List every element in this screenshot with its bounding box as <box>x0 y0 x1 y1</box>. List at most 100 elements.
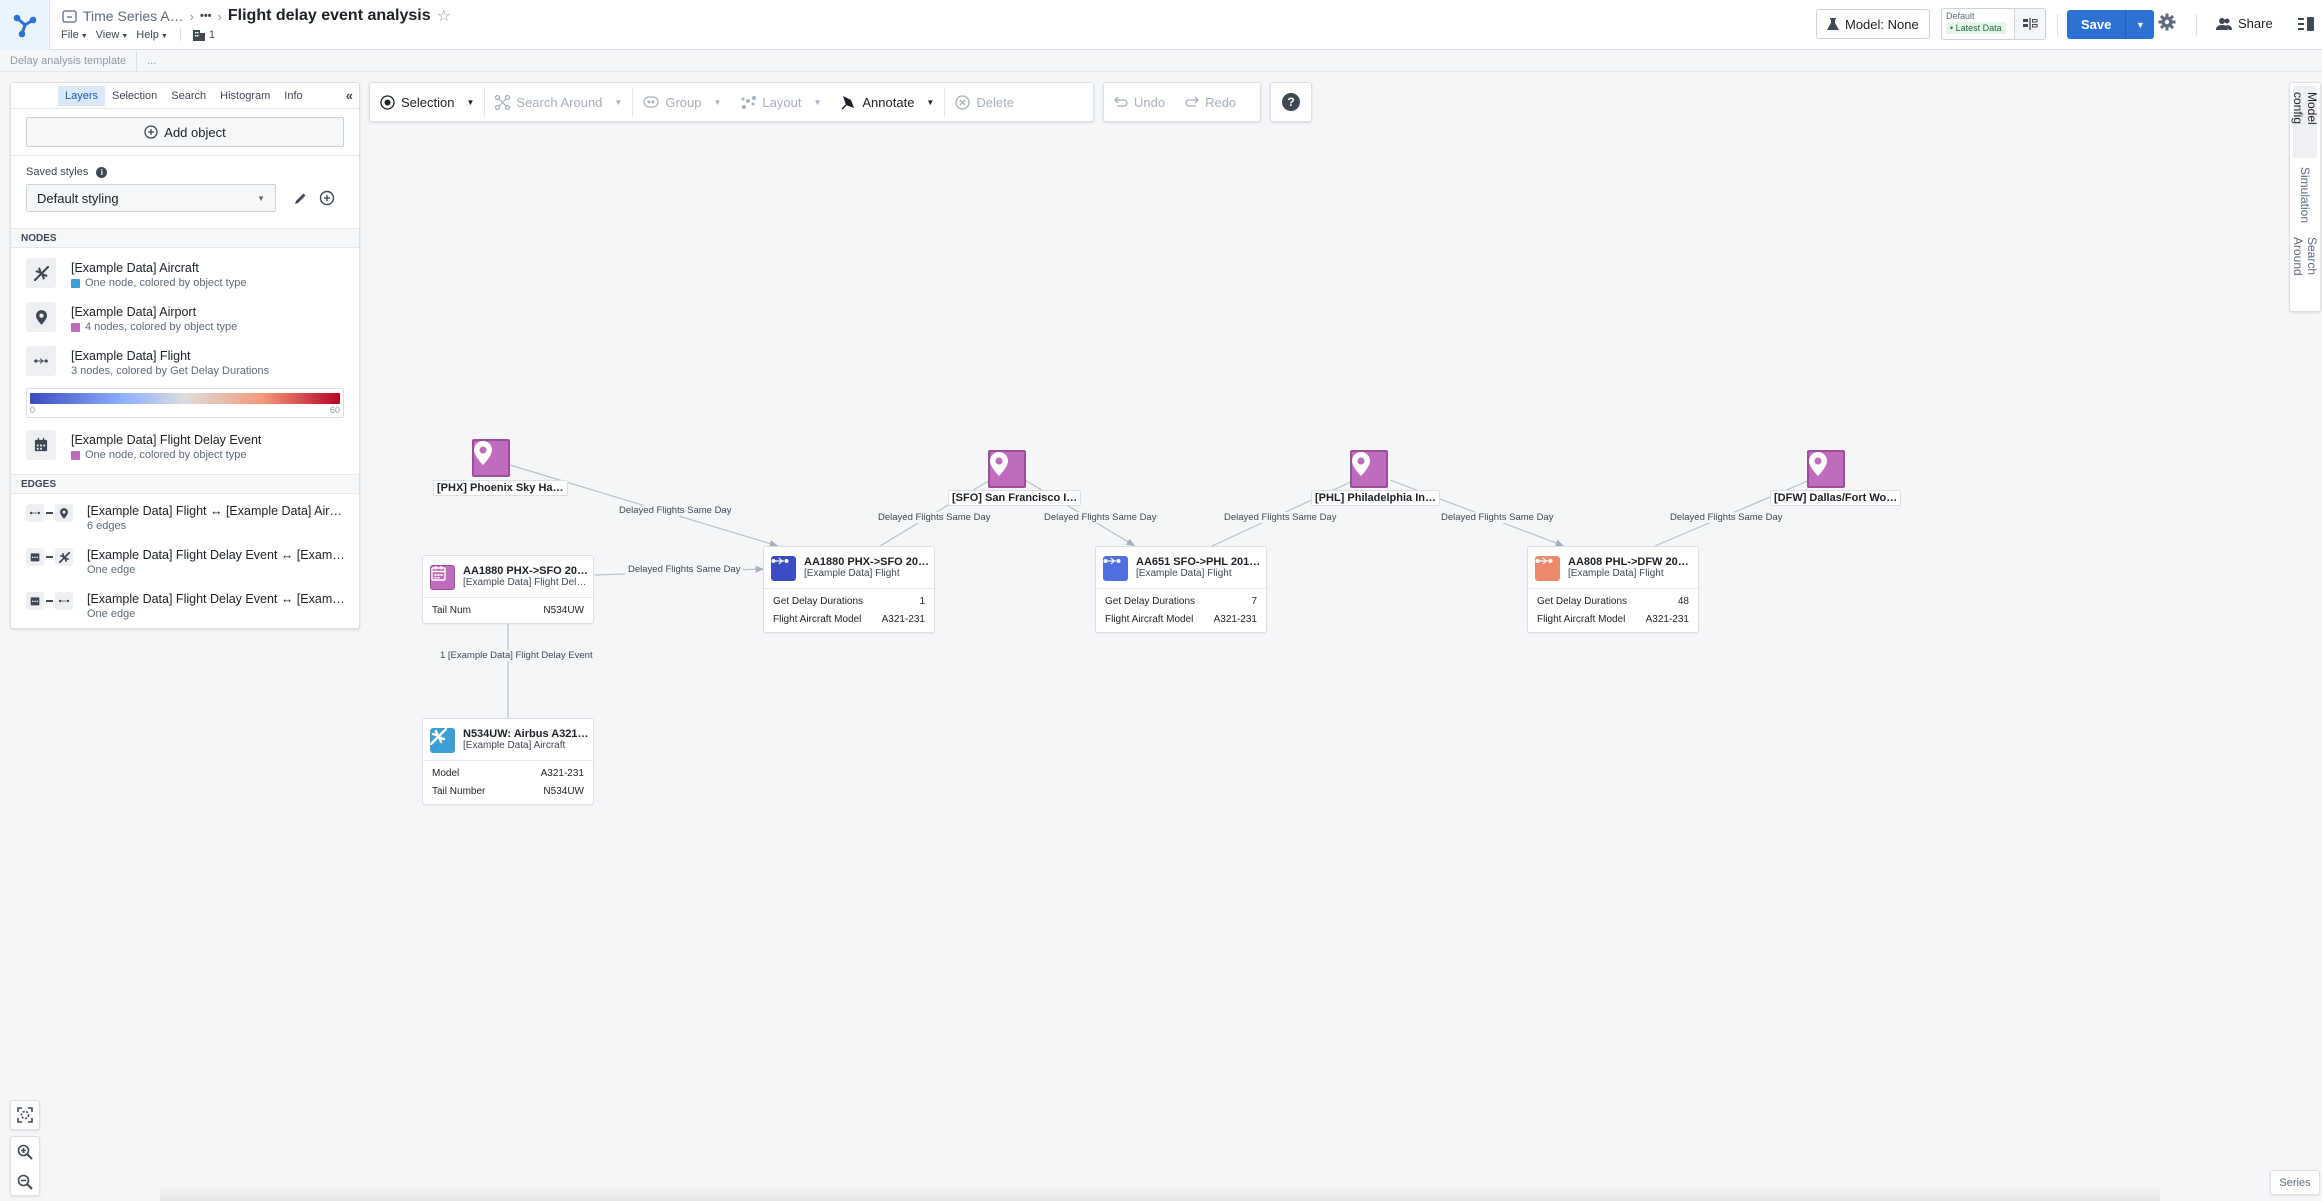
scenario-selector[interactable]: Default • Latest Data <box>1941 8 2046 40</box>
series-button[interactable]: Series <box>2270 1170 2320 1195</box>
caret-down-icon: ▼ <box>2135 19 2145 30</box>
caret-down-icon: ▼ <box>160 33 168 40</box>
zoom-in-button[interactable] <box>11 1137 39 1167</box>
star-icon[interactable]: ☆ <box>437 6 451 26</box>
caret-down-icon: ▼ <box>713 97 722 107</box>
menu-file[interactable]: File ▼ <box>61 29 88 41</box>
airport-node-phl[interactable] <box>1350 450 1388 488</box>
color-swatch[interactable] <box>71 278 80 288</box>
save-button[interactable]: Save <box>2067 10 2126 39</box>
property-row: Flight Aircraft Model A321-231 <box>773 610 925 628</box>
collapse-panel-icon[interactable]: « <box>346 88 353 103</box>
tab-info[interactable]: Info <box>277 86 309 106</box>
node-layer-aircraft[interactable]: [Example Data] Aircraft One node, colore… <box>11 254 359 298</box>
property-row: Model A321-231 <box>432 764 584 782</box>
history-toolbar: Undo Redo <box>1103 82 1261 122</box>
airport-node-dfw[interactable] <box>1807 450 1845 488</box>
flight-card[interactable]: AA1880 PHX->SFO 2018-… [Example Data] Fl… <box>763 546 935 633</box>
layout-button[interactable]: Layout ▼ <box>731 95 831 110</box>
flight-card[interactable]: AA651 SFO->PHL 2018-0… [Example Data] Fl… <box>1095 546 1267 633</box>
edge-label: Delayed Flights Same Day <box>625 564 744 575</box>
tab-histogram[interactable]: Histogram <box>213 86 277 106</box>
airport-node-sfo[interactable] <box>988 450 1026 488</box>
map-marker-icon <box>474 441 492 465</box>
node-layer-title: [Example Data] Airport <box>71 305 197 319</box>
zoom-out-button[interactable] <box>11 1167 39 1197</box>
airport-label[interactable]: [PHL] Philadelphia In… <box>1311 490 1441 506</box>
card-title: AA808 PHL->DFW 2018-… <box>1568 556 1694 568</box>
card-header: AA651 SFO->PHL 2018-0… [Example Data] Fl… <box>1096 547 1266 589</box>
selection-tool-button[interactable]: Selection ▼ <box>370 95 484 110</box>
panel-layout-icon <box>2298 17 2314 31</box>
undo-button[interactable]: Undo <box>1104 95 1175 110</box>
page-title[interactable]: Flight delay event analysis <box>228 7 431 25</box>
card-properties: Tail Num N534UW <box>423 598 593 623</box>
aircraft-card[interactable]: N534UW: Airbus A321-231 [Example Data] A… <box>422 718 594 805</box>
edge-layer-flight-airport[interactable]: [Example Data] Flight ↔ [Example Data] A… <box>11 496 359 540</box>
property-value: A321-231 <box>881 613 925 625</box>
search-around-button[interactable]: Search Around ▼ <box>485 94 632 110</box>
edit-pencil-icon[interactable] <box>294 192 307 205</box>
saved-styles-row: Default styling ▼ <box>26 184 344 212</box>
color-swatch[interactable] <box>71 322 80 332</box>
model-button[interactable]: Model: None <box>1816 9 1930 39</box>
fit-to-screen-button[interactable] <box>10 1100 40 1130</box>
add-object-button[interactable]: Add object <box>26 117 344 147</box>
edges-section-header: EDGES <box>11 474 359 494</box>
property-key: Tail Number <box>432 785 486 797</box>
redo-button[interactable]: Redo <box>1175 95 1246 110</box>
menu-help[interactable]: Help ▼ <box>136 29 168 41</box>
add-style-icon[interactable] <box>319 190 335 206</box>
tab-selection[interactable]: Selection <box>105 86 164 106</box>
app-logo[interactable] <box>0 0 50 50</box>
flight-route-icon <box>26 346 56 376</box>
object-count[interactable]: 1 <box>192 29 215 41</box>
calendar-icon <box>26 430 56 460</box>
property-value: N534UW <box>543 604 584 616</box>
airport-label[interactable]: [PHX] Phoenix Sky Ha… <box>433 480 568 496</box>
saved-styles-select[interactable]: Default styling ▼ <box>26 184 276 212</box>
tab-layers[interactable]: Layers <box>58 85 106 106</box>
edge-layer-event-flight[interactable]: [Example Data] Flight Delay Event ↔ [Exa… <box>11 584 359 628</box>
node-layer-flight-delay-event[interactable]: [Example Data] Flight Delay Event One no… <box>11 426 359 470</box>
panel-tabs: Layers Selection Search Histogram Info « <box>11 83 359 109</box>
color-scale-legend[interactable]: 0 60 <box>26 388 344 418</box>
share-button[interactable]: Share <box>2216 16 2273 31</box>
scenario-label: Default <box>1946 11 1975 21</box>
info-icon[interactable]: i <box>96 166 108 178</box>
flight-delay-event-card[interactable]: AA1880 PHX->SFO 2018-… [Example Data] Fl… <box>422 555 594 624</box>
template-label[interactable]: Delay analysis template <box>0 51 138 71</box>
compare-scenarios-button[interactable] <box>2014 9 2045 39</box>
node-layers-list: [Example Data] Aircraft One node, colore… <box>11 248 359 470</box>
edge-icons <box>26 592 73 610</box>
airport-label[interactable]: [SFO] San Francisco I… <box>948 490 1082 506</box>
breadcrumb-more[interactable]: ••• <box>200 10 212 22</box>
template-more-button[interactable]: ... <box>137 55 166 67</box>
connector-dash <box>46 600 53 602</box>
help-icon[interactable]: ? <box>1282 93 1300 111</box>
breadcrumb-parent[interactable]: Time Series A… <box>83 8 184 24</box>
group-button[interactable]: Group ▼ <box>633 95 731 110</box>
color-swatch[interactable] <box>71 450 80 460</box>
save-options-button[interactable]: ▼ <box>2125 10 2155 39</box>
tab-simulation[interactable]: Simulation <box>2293 162 2317 228</box>
menu-view[interactable]: View ▼ <box>96 29 129 41</box>
building-icon <box>192 30 205 41</box>
node-layer-desc: 4 nodes, colored by object type <box>85 321 238 333</box>
airport-node-phx[interactable] <box>472 439 510 477</box>
flight-card[interactable]: AA808 PHL->DFW 2018-… [Example Data] Fli… <box>1527 546 1699 633</box>
tab-search-around[interactable]: Search Around <box>2291 231 2319 311</box>
card-title: N534UW: Airbus A321-231 <box>463 728 589 740</box>
tab-search[interactable]: Search <box>164 86 213 106</box>
settings-button[interactable] <box>2158 13 2176 36</box>
airport-label[interactable]: [DFW] Dallas/Fort Wo… <box>1770 490 1902 506</box>
toggle-side-panel-button[interactable] <box>2298 17 2314 36</box>
edge-layer-event-aircraft[interactable]: [Example Data] Flight Delay Event ↔ [Exa… <box>11 540 359 584</box>
annotate-button[interactable]: Annotate ▼ <box>831 95 944 110</box>
node-layer-flight[interactable]: [Example Data] Flight 3 nodes, colored b… <box>11 342 359 386</box>
node-layer-airport[interactable]: [Example Data] Airport 4 nodes, colored … <box>11 298 359 342</box>
tab-model-config[interactable]: Model config <box>2291 86 2319 158</box>
property-row: Flight Aircraft Model A321-231 <box>1537 610 1689 628</box>
property-key: Flight Aircraft Model <box>773 613 862 625</box>
delete-button[interactable]: Delete <box>945 95 1024 110</box>
